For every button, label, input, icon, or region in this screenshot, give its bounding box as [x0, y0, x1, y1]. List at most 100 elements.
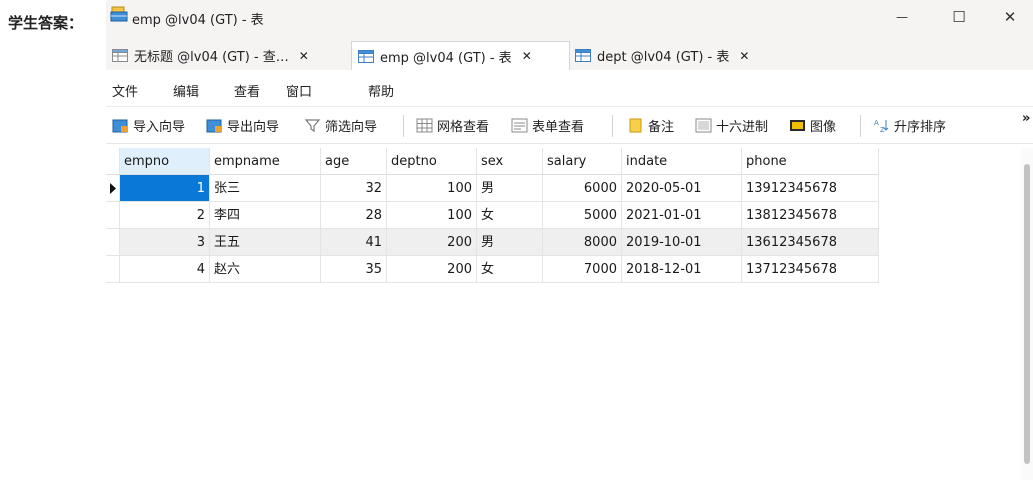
cell-empname[interactable]: 赵六 — [210, 256, 321, 283]
cell-salary[interactable]: 7000 — [543, 256, 622, 283]
export-wizard-button[interactable]: 导出向导 — [206, 116, 279, 135]
row-indicator — [106, 256, 120, 283]
export-wizard-label: 导出向导 — [227, 120, 280, 135]
tab-emp-table[interactable]: emp @lv04 (GT) - 表 ✕ — [351, 41, 570, 70]
cell-deptno[interactable]: 100 — [387, 202, 477, 229]
cell-empname[interactable]: 李四 — [210, 202, 321, 229]
table-row[interactable]: 2 李四 28 100 女 5000 2021-01-01 1381234567… — [106, 202, 879, 229]
cell-empno[interactable]: 4 — [120, 256, 210, 283]
table-row[interactable]: 1 张三 32 100 男 6000 2020-05-01 1391234567… — [106, 175, 879, 202]
column-header[interactable]: salary — [543, 148, 622, 175]
tab-label: 无标题 @lv04 (GT) - 查… — [134, 50, 289, 65]
svg-text:Z: Z — [880, 126, 885, 133]
cell-empno[interactable]: 1 — [120, 175, 210, 202]
hex-label: 十六进制 — [716, 120, 769, 135]
form-view-button[interactable]: 表单查看 — [511, 116, 584, 135]
import-icon — [112, 119, 128, 133]
column-header[interactable]: indate — [622, 148, 742, 175]
app-table-icon — [110, 6, 128, 22]
svg-text:A: A — [874, 119, 879, 127]
cell-salary[interactable]: 5000 — [543, 202, 622, 229]
image-label: 图像 — [810, 120, 837, 135]
cell-empname[interactable]: 王五 — [210, 229, 321, 256]
toolbar-separator — [860, 115, 861, 137]
cell-age[interactable]: 28 — [321, 202, 387, 229]
menu-file[interactable]: 文件 — [112, 81, 138, 100]
minimize-button[interactable]: — — [879, 0, 925, 34]
row-indicator — [106, 202, 120, 229]
row-indicator-header — [106, 148, 120, 175]
cell-empname[interactable]: 张三 — [210, 175, 321, 202]
hex-button[interactable]: 十六进制 — [695, 116, 768, 135]
table-icon — [575, 49, 591, 62]
column-header[interactable]: deptno — [387, 148, 477, 175]
column-header[interactable]: empno — [120, 148, 210, 175]
title-bar: emp @lv04 (GT) - 表 — ☐ ✕ — [106, 0, 1033, 36]
filter-wizard-label: 筛选向导 — [325, 120, 378, 135]
sort-ascending-button[interactable]: A Z 升序排序 — [873, 116, 946, 135]
cell-phone[interactable]: 13712345678 — [742, 256, 879, 283]
cell-deptno[interactable]: 200 — [387, 229, 477, 256]
toolbar-overflow-icon[interactable]: » — [1022, 111, 1030, 126]
table-icon — [358, 49, 374, 63]
memo-label: 备注 — [648, 120, 675, 135]
form-view-label: 表单查看 — [532, 120, 585, 135]
tab-untitled-query[interactable]: 无标题 @lv04 (GT) - 查… ✕ — [106, 41, 352, 70]
cell-salary[interactable]: 6000 — [543, 175, 622, 202]
table-row[interactable]: 4 赵六 35 200 女 7000 2018-12-01 1371234567… — [106, 256, 879, 283]
menu-edit[interactable]: 编辑 — [173, 81, 199, 100]
cell-age[interactable]: 35 — [321, 256, 387, 283]
maximize-button[interactable]: ☐ — [936, 0, 982, 34]
cell-age[interactable]: 41 — [321, 229, 387, 256]
cell-indate[interactable]: 2018-12-01 — [622, 256, 742, 283]
close-window-button[interactable]: ✕ — [987, 0, 1033, 34]
filter-icon — [304, 119, 321, 133]
table-row[interactable]: 3 王五 41 200 男 8000 2019-10-01 1361234567… — [106, 229, 879, 256]
cell-empno[interactable]: 3 — [120, 229, 210, 256]
menu-help[interactable]: 帮助 — [368, 81, 394, 100]
tab-dept-table[interactable]: dept @lv04 (GT) - 表 ✕ — [569, 41, 789, 70]
menu-window[interactable]: 窗口 — [286, 81, 312, 100]
cell-age[interactable]: 32 — [321, 175, 387, 202]
memo-button[interactable]: 备注 — [627, 116, 674, 135]
cell-phone[interactable]: 13612345678 — [742, 229, 879, 256]
current-row-arrow-icon — [110, 183, 116, 194]
cell-indate[interactable]: 2019-10-01 — [622, 229, 742, 256]
image-button[interactable]: 图像 — [789, 116, 836, 135]
toolbar-separator — [403, 115, 404, 137]
grid-view-button[interactable]: 网格查看 — [416, 116, 489, 135]
window-title: emp @lv04 (GT) - 表 — [132, 13, 264, 28]
image-icon — [790, 120, 805, 131]
tab-bar: 无标题 @lv04 (GT) - 查… ✕ emp @lv04 (GT) - 表… — [106, 36, 1033, 70]
cell-deptno[interactable]: 200 — [387, 256, 477, 283]
import-wizard-button[interactable]: 导入向导 — [112, 116, 185, 135]
close-icon[interactable]: ✕ — [522, 49, 532, 63]
column-header[interactable]: phone — [742, 148, 879, 175]
column-header[interactable]: empname — [210, 148, 321, 175]
hex-icon — [695, 118, 712, 133]
cell-indate[interactable]: 2021-01-01 — [622, 202, 742, 229]
import-wizard-label: 导入向导 — [133, 120, 186, 135]
vertical-scrollbar[interactable] — [1021, 148, 1033, 480]
cell-deptno[interactable]: 100 — [387, 175, 477, 202]
toolbar-separator — [612, 115, 613, 137]
column-header[interactable]: age — [321, 148, 387, 175]
cell-sex[interactable]: 女 — [477, 256, 543, 283]
close-icon[interactable]: ✕ — [739, 49, 749, 63]
cell-phone[interactable]: 13912345678 — [742, 175, 879, 202]
menu-view[interactable]: 查看 — [234, 81, 260, 100]
filter-wizard-button[interactable]: 筛选向导 — [304, 116, 377, 135]
cell-sex[interactable]: 男 — [477, 229, 543, 256]
cell-sex[interactable]: 女 — [477, 202, 543, 229]
row-indicator — [106, 229, 120, 256]
close-icon[interactable]: ✕ — [299, 49, 309, 63]
scrollbar-thumb[interactable] — [1024, 164, 1030, 464]
cell-phone[interactable]: 13812345678 — [742, 202, 879, 229]
cell-sex[interactable]: 男 — [477, 175, 543, 202]
cell-salary[interactable]: 8000 — [543, 229, 622, 256]
cell-indate[interactable]: 2020-05-01 — [622, 175, 742, 202]
tab-label: emp @lv04 (GT) - 表 — [380, 50, 512, 66]
cell-empno[interactable]: 2 — [120, 202, 210, 229]
column-header[interactable]: sex — [477, 148, 543, 175]
menu-bar: 文件 编辑 查看 窗口 帮助 — [106, 74, 1033, 104]
